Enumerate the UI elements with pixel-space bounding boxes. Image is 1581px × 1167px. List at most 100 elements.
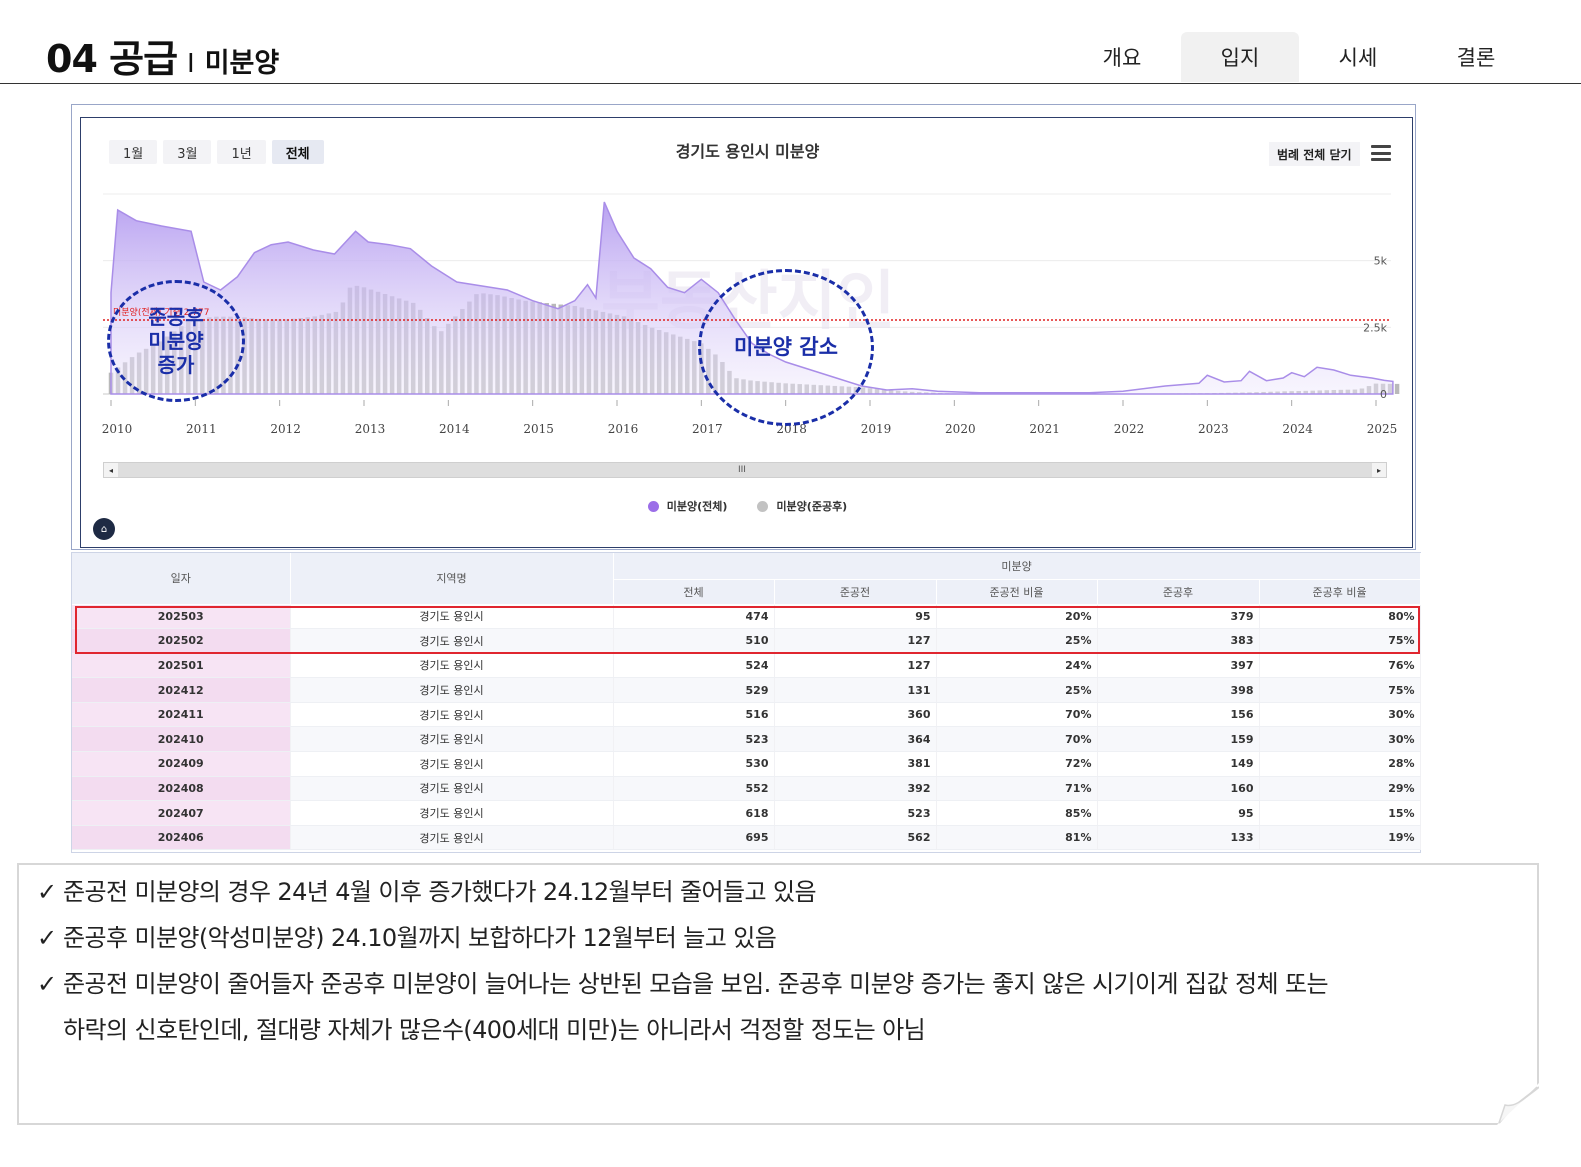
cell-date: 202410: [72, 726, 291, 753]
note-3-text: 준공전 미분양이 줄어들자 준공후 미분양이 늘어나는 상반된 모습을 보임. …: [63, 970, 1329, 998]
cell-post-ratio: 80%: [1259, 604, 1421, 630]
x-tick-label: 2019: [861, 422, 892, 436]
x-tick-label: 2023: [1198, 422, 1229, 436]
title-sub: 미분양: [204, 48, 280, 79]
table-row: 202412 경기도 용인시 529 131 25% 398 75%: [72, 677, 1421, 703]
cell-pre: 95: [774, 604, 937, 630]
x-tick-label: 2021: [1029, 422, 1060, 436]
note-2: ✓ 준공후 미분양(악성미분양) 24.10월까지 보합하다가 12월부터 늘고 …: [37, 915, 777, 961]
note-1: ✓ 준공전 미분양의 경우 24년 4월 이후 증가했다가 24.12월부터 줄어…: [37, 869, 817, 915]
cell-date: 202409: [72, 751, 291, 777]
cell-region: 경기도 용인시: [290, 776, 614, 802]
note-4: 하락의 신호탄인데, 절대량 자체가 많은수(400세대 미만)는 아니라서 걱…: [63, 1007, 926, 1053]
cell-region: 경기도 용인시: [290, 653, 614, 679]
legend-dot-gray-icon: [757, 500, 769, 512]
notes-box: ✓ 준공전 미분양의 경우 24년 4월 이후 증가했다가 24.12월부터 줄어…: [17, 863, 1539, 1125]
table-row: 202503 경기도 용인시 474 95 20% 379 80%: [72, 604, 1421, 630]
cell-date: 202501: [72, 653, 291, 679]
cell-date: 202411: [72, 702, 291, 728]
cell-pre: 131: [774, 677, 937, 703]
check-icon: ✓: [37, 970, 57, 998]
x-tick-label: 2010: [102, 422, 133, 436]
tab-price[interactable]: 시세: [1299, 32, 1417, 82]
cell-post: 397: [1097, 653, 1260, 679]
x-tick-label: 2025: [1367, 422, 1398, 436]
cell-post-ratio: 30%: [1259, 726, 1421, 753]
tab-conclusion[interactable]: 결론: [1417, 32, 1535, 82]
cell-pre-ratio: 25%: [936, 628, 1098, 654]
cell-total: 552: [613, 776, 775, 802]
cell-post-ratio: 75%: [1259, 628, 1421, 654]
cell-pre-ratio: 72%: [936, 751, 1098, 777]
legend-item-total[interactable]: 미분양(전체): [647, 498, 727, 514]
cell-region: 경기도 용인시: [290, 825, 614, 851]
col-header-post-ratio: 준공후 비율: [1259, 579, 1421, 605]
tab-location[interactable]: 입지: [1181, 32, 1299, 82]
legend-item-completed[interactable]: 미분양(준공후): [757, 498, 847, 514]
col-header-region: 지역명: [290, 553, 614, 605]
col-header-pre-ratio: 준공전 비율: [936, 579, 1098, 605]
tab-overview[interactable]: 개요: [1063, 32, 1181, 82]
check-icon: ✓: [37, 924, 57, 952]
scroll-right-icon[interactable]: ▸: [1372, 463, 1386, 477]
cell-region: 경기도 용인시: [290, 751, 614, 777]
scroll-left-icon[interactable]: ◂: [104, 463, 118, 477]
note-1-text: 준공전 미분양의 경우 24년 4월 이후 증가했다가 24.12월부터 줄어들…: [63, 878, 817, 906]
cell-pre-ratio: 70%: [936, 702, 1098, 728]
page-curl-icon: [1497, 1083, 1539, 1125]
cell-pre-ratio: 71%: [936, 776, 1098, 802]
cell-region: 경기도 용인시: [290, 800, 614, 826]
table-body: 202503 경기도 용인시 474 95 20% 379 80% 202502 경기도 용인시…: [72, 604, 1421, 851]
col-header-group: 미분양: [613, 553, 1421, 580]
title-main: 04 공급: [46, 37, 178, 81]
cell-pre-ratio: 70%: [936, 726, 1098, 753]
cell-pre: 381: [774, 751, 937, 777]
cell-post-ratio: 15%: [1259, 800, 1421, 826]
cell-post: 95: [1097, 800, 1260, 826]
col-header-pre: 준공전: [774, 579, 937, 605]
col-header-total: 전체: [613, 579, 775, 605]
annotation-right-circle: 미분양 감소: [698, 269, 874, 426]
cell-pre-ratio: 85%: [936, 800, 1098, 826]
section-nav: 개요 입지 시세 결론: [1063, 32, 1535, 82]
chart-panel: 1월 3월 1년 전체 경기도 용인시 미분양 범례 전체 닫기 부동산지인 미…: [80, 117, 1413, 548]
cell-post: 133: [1097, 825, 1260, 851]
data-table-panel: 일자 지역명 미분양 전체 준공전 준공전 비율 준공후 준공후 비율 2025…: [71, 552, 1421, 853]
cell-pre: 127: [774, 628, 937, 654]
legend-label-completed: 미분양(준공후): [776, 500, 848, 513]
cell-pre-ratio: 81%: [936, 825, 1098, 851]
cell-pre: 523: [774, 800, 937, 826]
note-3: ✓ 준공전 미분양이 줄어들자 준공후 미분양이 늘어나는 상반된 모습을 보임.…: [37, 961, 1329, 1007]
chart-legend: 미분양(전체) 미분양(준공후): [81, 498, 1414, 514]
annotation-left-circle: 준공후 미분양 증가: [107, 280, 245, 402]
note-2-text: 준공후 미분양(악성미분양) 24.10월까지 보합하다가 12월부터 늘고 있…: [63, 924, 777, 952]
cell-region: 경기도 용인시: [290, 677, 614, 703]
cell-total: 474: [613, 604, 775, 630]
x-tick-label: 2017: [692, 422, 723, 436]
bar-completed: [1394, 383, 1400, 394]
x-tick-label: 2016: [608, 422, 639, 436]
cell-post-ratio: 30%: [1259, 702, 1421, 728]
cell-date: 202408: [72, 776, 291, 802]
cell-total: 529: [613, 677, 775, 703]
cell-total: 510: [613, 628, 775, 654]
table-row: 202406 경기도 용인시 695 562 81% 133 19%: [72, 825, 1421, 851]
cell-total: 523: [613, 726, 775, 753]
cell-date: 202407: [72, 800, 291, 826]
page-title: 04 공급 I 미분양: [46, 28, 279, 83]
scroll-grip-icon[interactable]: III: [738, 463, 746, 477]
cell-total: 695: [613, 825, 775, 851]
cell-post-ratio: 28%: [1259, 751, 1421, 777]
cell-post: 383: [1097, 628, 1260, 654]
chart-scrollbar[interactable]: ◂ III ▸: [103, 462, 1387, 478]
cell-region: 경기도 용인시: [290, 702, 614, 728]
unsold-table: 일자 지역명 미분양 전체 준공전 준공전 비율 준공후 준공후 비율 2025…: [72, 553, 1421, 851]
cell-region: 경기도 용인시: [290, 628, 614, 654]
annotation-right-text: 미분양 감소: [734, 334, 838, 359]
cell-post: 156: [1097, 702, 1260, 728]
cell-pre-ratio: 24%: [936, 653, 1098, 679]
cell-post-ratio: 76%: [1259, 653, 1421, 679]
cell-date: 202502: [72, 628, 291, 654]
cell-total: 618: [613, 800, 775, 826]
title-separator: I: [187, 49, 195, 79]
